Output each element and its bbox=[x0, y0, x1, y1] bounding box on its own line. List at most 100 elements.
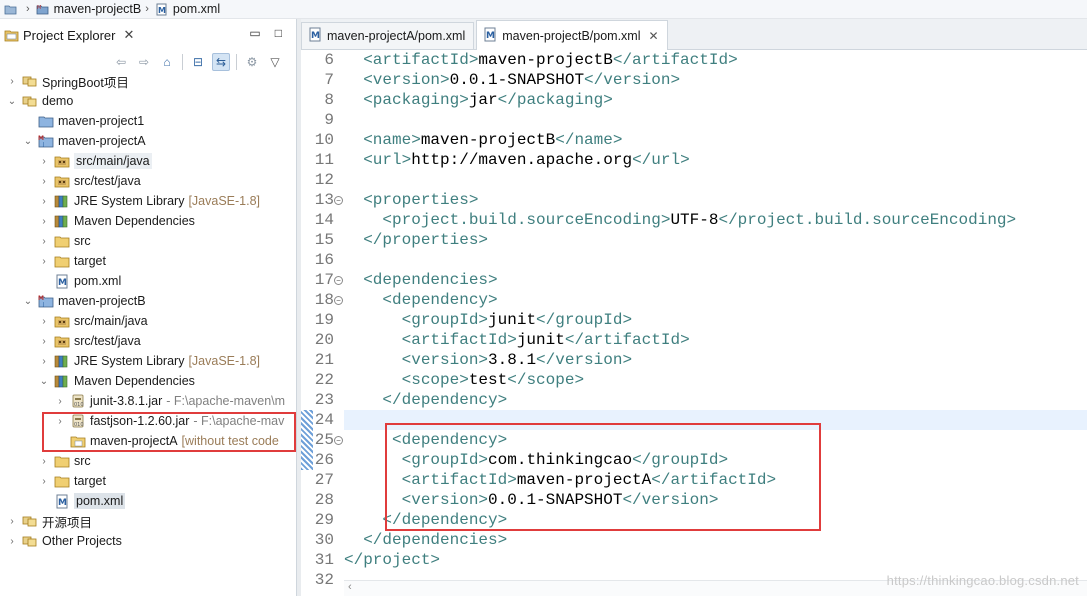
tree-item-label: src/main/java bbox=[74, 314, 148, 328]
tree-item[interactable]: Mpom.xml bbox=[0, 491, 296, 511]
tree-item[interactable]: › src/test/java bbox=[0, 171, 296, 191]
view-menu-icon[interactable]: ▽ bbox=[266, 53, 284, 71]
collapsed-arrow-icon[interactable]: › bbox=[38, 156, 50, 167]
line-number: 6 bbox=[324, 51, 334, 69]
collapsed-arrow-icon[interactable]: › bbox=[38, 216, 50, 227]
tree-item[interactable]: ⌄ demo bbox=[0, 91, 296, 111]
line-number: 17 bbox=[314, 271, 334, 289]
tree-item[interactable]: › SpringBoot项目 bbox=[0, 71, 296, 91]
fold-toggle-icon[interactable]: − bbox=[334, 196, 343, 205]
code-line: <groupId>junit</groupId> bbox=[401, 311, 633, 329]
fold-toggle-icon[interactable]: − bbox=[334, 276, 343, 285]
expanded-arrow-icon[interactable]: ⌄ bbox=[22, 136, 34, 147]
line-number: 7 bbox=[324, 71, 334, 89]
breadcrumb: › M maven-projectB › M pom.xml bbox=[0, 0, 1087, 19]
scroll-left-icon[interactable]: ‹ bbox=[348, 581, 352, 593]
link-with-editor-icon[interactable]: ⇆ bbox=[212, 53, 230, 71]
expanded-arrow-icon[interactable]: ⌄ bbox=[22, 296, 34, 307]
code-line: <scope>test</scope> bbox=[401, 371, 585, 389]
tree-item[interactable]: › Maven Dependencies bbox=[0, 211, 296, 231]
library-icon bbox=[54, 193, 70, 209]
code-line: <dependencies> bbox=[363, 271, 498, 289]
tree-item[interactable]: maven-project1 bbox=[0, 111, 296, 131]
working-set-icon bbox=[22, 93, 38, 109]
editor-tab[interactable]: Mmaven-projectA/pom.xml bbox=[301, 22, 475, 49]
chevron-right-icon: › bbox=[26, 3, 30, 15]
tree-item[interactable]: ⌄ M Jmaven-projectB bbox=[0, 291, 296, 311]
collapsed-arrow-icon[interactable]: › bbox=[38, 456, 50, 467]
fold-toggle-icon[interactable]: − bbox=[334, 296, 343, 305]
back-arrow-icon[interactable]: ⇦ bbox=[112, 53, 130, 71]
tree-item[interactable]: › target bbox=[0, 471, 296, 491]
explorer-title: Project Explorer bbox=[23, 27, 116, 43]
line-number-gutter: 6 7 8 9 10 11 12 13−14 15 16 17−18−19 20 21 22 23 24 25−… bbox=[313, 50, 344, 596]
tree-item-label: 开源项目 bbox=[42, 515, 93, 530]
tree-item[interactable]: › 开源项目 bbox=[0, 511, 296, 531]
minimize-icon[interactable]: ▭ bbox=[249, 26, 260, 40]
tree-item[interactable]: ⌄ M Jmaven-projectA bbox=[0, 131, 296, 151]
svg-text:M: M bbox=[486, 31, 495, 41]
tab-project-explorer[interactable]: Project Explorer ✕ bbox=[4, 24, 134, 46]
tree-item[interactable]: ⌄ Maven Dependencies bbox=[0, 371, 296, 391]
pom-file-icon: M bbox=[308, 27, 322, 45]
explorer-tab-bar: Project Explorer ✕ ▭ □ bbox=[0, 19, 296, 51]
tree-item-label: Maven Dependencies bbox=[74, 374, 195, 388]
source-folder-icon bbox=[54, 333, 70, 349]
line-number: 24 bbox=[314, 411, 334, 429]
collapsed-arrow-icon[interactable]: › bbox=[6, 76, 18, 87]
editor-tab-label: maven-projectB/pom.xml bbox=[502, 28, 641, 43]
tree-item[interactable]: › src/test/java bbox=[0, 331, 296, 351]
editor-tab[interactable]: Mmaven-projectB/pom.xml ✕ bbox=[476, 20, 668, 50]
collapsed-arrow-icon[interactable]: › bbox=[38, 236, 50, 247]
go-up-icon[interactable]: ⌂ bbox=[158, 53, 176, 71]
close-icon[interactable]: ✕ bbox=[649, 29, 659, 43]
code-line: <dependency> bbox=[382, 291, 498, 309]
tree-item[interactable]: › src bbox=[0, 231, 296, 251]
line-number: 26 bbox=[314, 451, 334, 469]
collapsed-arrow-icon[interactable]: › bbox=[54, 396, 66, 407]
tree-item[interactable]: › src bbox=[0, 451, 296, 471]
highlight-box-new-dependency bbox=[385, 423, 821, 531]
folder-icon bbox=[54, 233, 70, 249]
explorer-toolbar: ⇦ ⇨ ⌂ ⊟ ⇆ ⚙ ▽ bbox=[0, 51, 296, 73]
collapsed-arrow-icon[interactable]: › bbox=[6, 536, 18, 547]
collapsed-arrow-icon[interactable]: › bbox=[38, 356, 50, 367]
filters-icon[interactable]: ⚙ bbox=[243, 53, 261, 71]
source-folder-icon bbox=[54, 173, 70, 189]
line-number: 32 bbox=[314, 571, 334, 589]
maximize-icon[interactable]: □ bbox=[275, 26, 282, 40]
fold-toggle-icon[interactable]: − bbox=[334, 436, 343, 445]
folder-icon bbox=[54, 253, 70, 269]
workspace-icon[interactable] bbox=[4, 3, 17, 16]
collapsed-arrow-icon[interactable]: › bbox=[38, 316, 50, 327]
tree-item[interactable]: Mpom.xml bbox=[0, 271, 296, 291]
tree-item[interactable]: › JRE System Library [JavaSE-1.8] bbox=[0, 191, 296, 211]
tree-item-decoration: [JavaSE-1.8] bbox=[188, 354, 261, 368]
breadcrumb-file[interactable]: pom.xml bbox=[173, 2, 220, 16]
tree-item[interactable]: › JRE System Library [JavaSE-1.8] bbox=[0, 351, 296, 371]
tree-item[interactable]: › target bbox=[0, 251, 296, 271]
forward-arrow-icon[interactable]: ⇨ bbox=[135, 53, 153, 71]
tree-item-label: Maven Dependencies bbox=[74, 214, 195, 228]
breadcrumb-project[interactable]: maven-projectB bbox=[54, 2, 142, 16]
tree-item[interactable]: › 010 junit-3.8.1.jar - F:\apache-maven\m bbox=[0, 391, 296, 411]
tree-item[interactable]: › Other Projects bbox=[0, 531, 296, 551]
line-number: 20 bbox=[314, 331, 334, 349]
code-line: </dependency> bbox=[382, 391, 508, 409]
collapsed-arrow-icon[interactable]: › bbox=[38, 176, 50, 187]
collapsed-arrow-icon[interactable]: › bbox=[38, 336, 50, 347]
line-number: 14 bbox=[314, 211, 334, 229]
collapsed-arrow-icon[interactable]: › bbox=[38, 196, 50, 207]
tree-item[interactable]: › src/main/java bbox=[0, 151, 296, 171]
collapsed-arrow-icon[interactable]: › bbox=[38, 256, 50, 267]
expanded-arrow-icon[interactable]: ⌄ bbox=[38, 376, 50, 387]
collapse-all-icon[interactable]: ⊟ bbox=[189, 53, 207, 71]
expanded-arrow-icon[interactable]: ⌄ bbox=[6, 96, 18, 107]
tree-item-label: src/main/java bbox=[74, 153, 152, 169]
close-icon[interactable]: ✕ bbox=[123, 27, 134, 43]
tree-item[interactable]: › src/main/java bbox=[0, 311, 296, 331]
collapsed-arrow-icon[interactable]: › bbox=[38, 476, 50, 487]
code-line: <url>http://maven.apache.org</url> bbox=[363, 151, 690, 169]
collapsed-arrow-icon[interactable]: › bbox=[6, 516, 18, 527]
library-icon bbox=[54, 373, 70, 389]
